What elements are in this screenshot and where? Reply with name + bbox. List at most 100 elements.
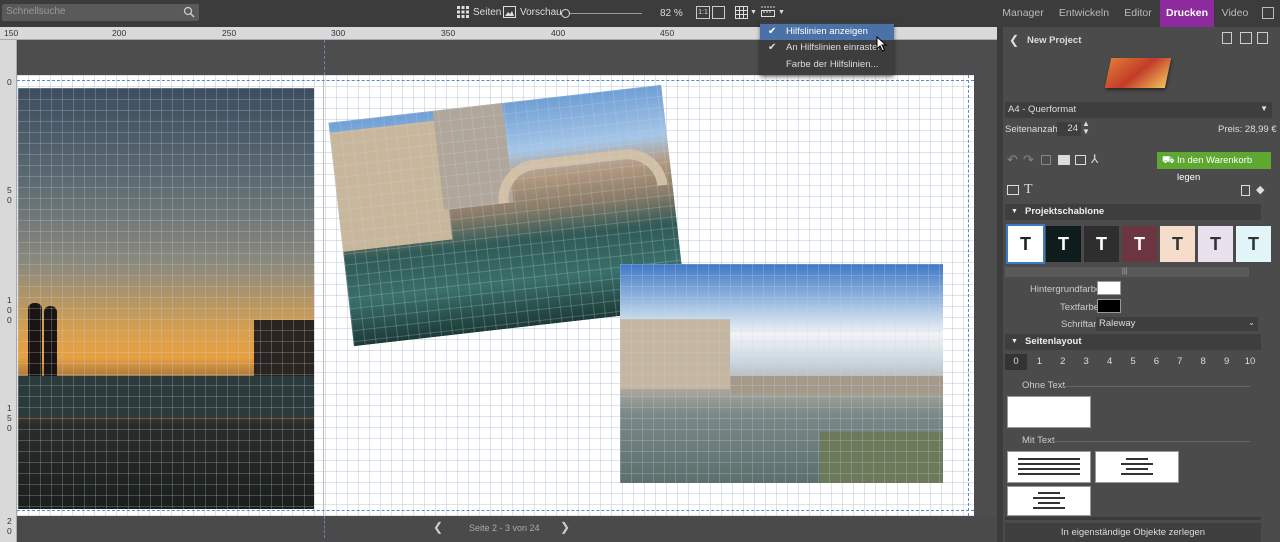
next-page-icon[interactable]: ❯ xyxy=(560,520,570,534)
template-tile[interactable]: T xyxy=(1236,226,1271,262)
book-thumbnail xyxy=(1104,58,1172,88)
chevron-down-icon[interactable]: ▼ xyxy=(778,9,785,16)
layout-option[interactable] xyxy=(1095,451,1179,483)
layout-count-tab[interactable]: 6 xyxy=(1145,354,1167,370)
page-count-label: Seitenanzahl: xyxy=(1005,124,1063,135)
photo-sunset-couple[interactable] xyxy=(18,88,314,509)
layout-count-tab[interactable]: 9 xyxy=(1216,354,1238,370)
stepper-icon[interactable]: ▲ ▼ xyxy=(1082,120,1090,136)
text-color-swatch[interactable] xyxy=(1097,299,1121,313)
add-to-cart-button[interactable]: ⛟ In den Warenkorb legen xyxy=(1157,152,1271,183)
template-tile[interactable]: T xyxy=(1122,226,1157,262)
menu-item-snap-guides[interactable]: ✔ An Hilfslinien einrasten xyxy=(760,40,894,56)
layout-option[interactable] xyxy=(1007,451,1091,483)
page-delete-icon[interactable] xyxy=(1241,185,1250,196)
pages-label: Seiten xyxy=(473,6,502,18)
panel-splitter[interactable] xyxy=(997,27,1003,542)
tab-drucken[interactable]: Drucken xyxy=(1160,0,1214,27)
layout-count-tab[interactable]: 4 xyxy=(1099,354,1121,370)
layout-option[interactable] xyxy=(1007,486,1091,516)
new-document-icon[interactable] xyxy=(1222,32,1232,44)
photo-stone-bridge[interactable] xyxy=(620,264,943,483)
layout-count-tab[interactable]: 5 xyxy=(1122,354,1144,370)
image-icon[interactable] xyxy=(1007,185,1019,195)
tab-entwickeln[interactable]: Entwickeln xyxy=(1055,0,1113,27)
menu-item-show-guides[interactable]: ✔ Hilfslinien anzeigen xyxy=(760,24,894,40)
template-tile[interactable]: T xyxy=(1198,226,1233,262)
guides-ruler-icon[interactable] xyxy=(761,6,775,18)
collapse-icon: ▼ xyxy=(1011,338,1018,345)
template-tile[interactable]: T xyxy=(1160,226,1195,262)
layout-option[interactable] xyxy=(1007,396,1091,428)
redo-icon[interactable]: ↷ xyxy=(1023,152,1034,168)
template-tile[interactable]: T xyxy=(1046,226,1081,262)
font-select[interactable]: Raleway ⌄ xyxy=(1096,317,1258,331)
template-tile[interactable]: T xyxy=(1006,224,1045,264)
template-section-header[interactable]: ▼ Projektschablone xyxy=(1005,204,1261,220)
chevron-down-icon[interactable]: ▼ xyxy=(750,9,757,16)
tab-manager[interactable]: Manager xyxy=(997,0,1049,27)
menu-item-guide-color[interactable]: Farbe der Hilfslinien... xyxy=(760,57,894,73)
text-line xyxy=(1018,473,1080,475)
ruler-label: 0 xyxy=(7,315,12,325)
back-icon[interactable]: ❮ xyxy=(1009,33,1019,47)
ruler-label: 1 xyxy=(7,403,12,413)
copy-icon[interactable] xyxy=(1257,32,1268,44)
layout-count-tab[interactable]: 0 xyxy=(1005,354,1027,370)
ruler-label: 5 xyxy=(7,413,12,423)
collapse-icon: ▼ xyxy=(1011,208,1018,215)
text-line xyxy=(1121,473,1153,475)
guide-line[interactable] xyxy=(17,80,974,81)
page-count-input[interactable]: 24 xyxy=(1057,122,1081,136)
print-icon[interactable] xyxy=(1058,155,1070,165)
tab-video[interactable]: Video xyxy=(1218,0,1252,27)
pages-button[interactable]: Seiten xyxy=(457,6,501,18)
share-icon[interactable] xyxy=(1075,155,1086,165)
section-title: Projektschablone xyxy=(1025,206,1105,217)
format-select[interactable]: A4 - Querformat ▼ xyxy=(1005,102,1272,118)
layout-count-tab[interactable]: 7 xyxy=(1169,354,1191,370)
layout-count-tab[interactable]: 8 xyxy=(1192,354,1214,370)
tab-editor[interactable]: Editor xyxy=(1118,0,1158,27)
save-icon[interactable] xyxy=(1041,155,1051,165)
split-objects-button[interactable]: In eigenständige Objekte zerlegen xyxy=(1005,523,1261,542)
layout-section-header[interactable]: ▼ Seitenlayout xyxy=(1005,334,1261,350)
actual-size-icon[interactable]: 1:1 xyxy=(696,6,710,19)
guide-line[interactable] xyxy=(968,75,969,516)
guide-line[interactable] xyxy=(324,516,325,538)
bg-color-swatch[interactable] xyxy=(1097,281,1121,295)
image-icon xyxy=(503,6,516,18)
zoom-slider[interactable] xyxy=(561,8,643,18)
template-tile[interactable]: T xyxy=(1084,226,1119,262)
price-label: Preis: 28,99 € xyxy=(1218,124,1277,135)
eraser-icon[interactable]: ◆ xyxy=(1256,183,1264,196)
scrollbar[interactable] xyxy=(1005,517,1261,520)
text-line xyxy=(1018,458,1080,460)
size-icon[interactable] xyxy=(1240,32,1252,44)
section-title: Seitenlayout xyxy=(1025,336,1082,347)
divider xyxy=(1052,441,1250,442)
layout-count-tab[interactable]: 1 xyxy=(1028,354,1050,370)
preview-button[interactable]: Vorschau xyxy=(503,6,562,18)
bg-color-label: Hintergrundfarbe xyxy=(1030,284,1102,295)
ruler-label: 5 xyxy=(7,185,12,195)
guide-line[interactable] xyxy=(17,510,974,511)
fit-screen-icon[interactable] xyxy=(712,6,725,19)
text-path-icon[interactable]: ⅄ xyxy=(1091,152,1098,166)
template-scrollbar[interactable]: ||| xyxy=(1005,267,1249,277)
text-tool-icon[interactable]: T xyxy=(1024,182,1033,198)
external-window-icon[interactable] xyxy=(1262,7,1274,19)
prev-page-icon[interactable]: ❮ xyxy=(433,520,443,534)
layout-count-tab[interactable]: 2 xyxy=(1052,354,1074,370)
undo-icon[interactable]: ↶ xyxy=(1007,152,1018,168)
guide-line[interactable] xyxy=(324,40,325,75)
zoom-handle[interactable] xyxy=(561,9,570,18)
grid-toggle-icon[interactable] xyxy=(735,6,748,19)
page-indicator: Seite 2 - 3 von 24 xyxy=(469,523,540,533)
ruler-label: 0 xyxy=(7,305,12,315)
layout-count-tab[interactable]: 10 xyxy=(1239,354,1261,370)
layout-count-tab[interactable]: 3 xyxy=(1075,354,1097,370)
menu-item-label: An Hilfslinien einrasten xyxy=(786,42,883,53)
search-input[interactable]: Schnellsuche xyxy=(2,4,199,21)
scroll-grip: ||| xyxy=(1122,268,1128,275)
